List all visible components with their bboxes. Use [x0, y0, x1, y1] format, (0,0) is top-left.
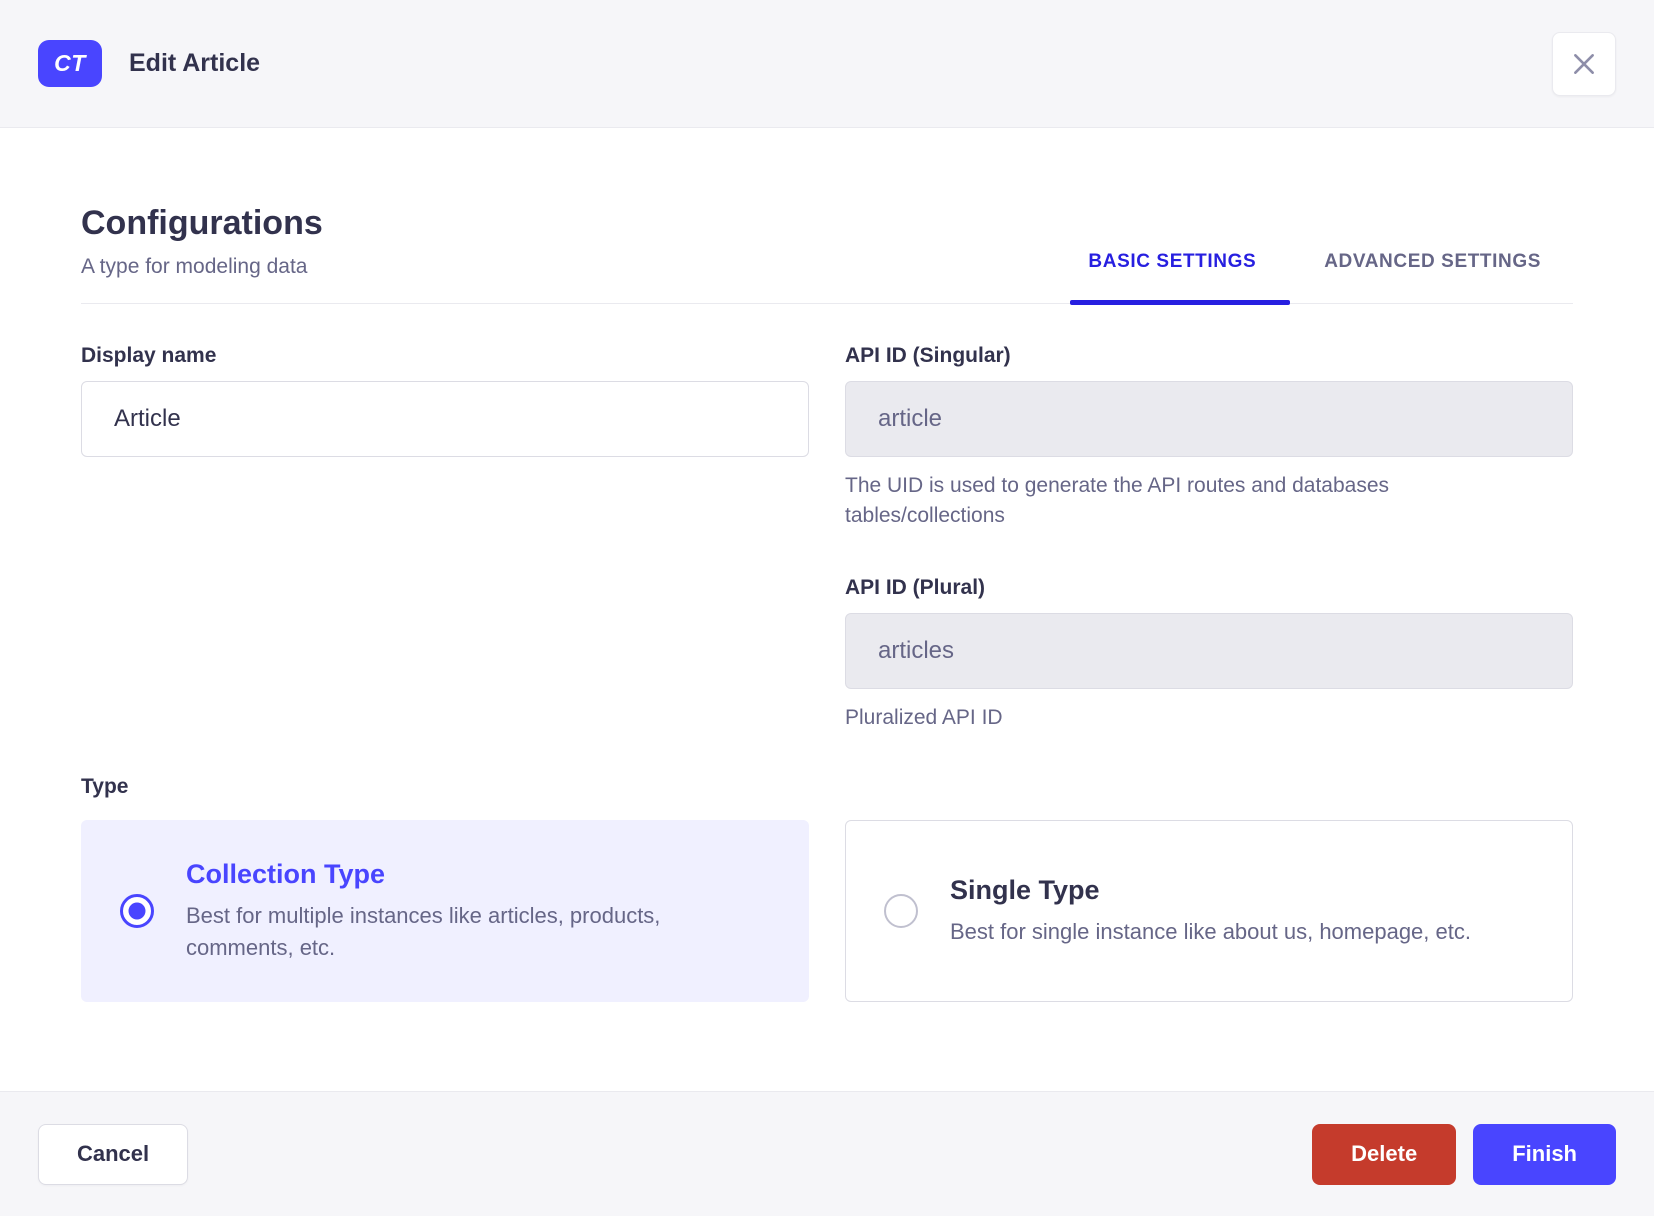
display-name-label: Display name [81, 344, 217, 367]
radio-unselected-icon[interactable] [884, 894, 918, 929]
radio-selected-icon[interactable] [120, 894, 154, 929]
edit-content-type-modal: CT Edit Article Configurations A type fo… [0, 0, 1654, 1216]
section-titles: Configurations A type for modeling data [81, 204, 323, 303]
api-id-singular-field: API ID (Singular) The UID is used to gen… [845, 344, 1573, 532]
api-id-plural-input [845, 612, 1573, 689]
settings-tabs: BASIC SETTINGS ADVANCED SETTINGS [1070, 251, 1543, 305]
api-id-singular-label: API ID (Singular) [845, 344, 1011, 367]
footer-actions: Delete Finish [1312, 1123, 1616, 1185]
single-type-texts: Single Type Best for single instance lik… [950, 875, 1471, 948]
cancel-button[interactable]: Cancel [38, 1123, 189, 1185]
page-subtitle: A type for modeling data [81, 255, 308, 278]
api-id-plural-label: API ID (Plural) [845, 575, 986, 599]
collection-type-description: Best for multiple instances like article… [186, 902, 661, 960]
collection-type-option[interactable]: Collection Type Best for multiple instan… [81, 820, 809, 1003]
tab-advanced-settings[interactable]: ADVANCED SETTINGS [1322, 251, 1543, 303]
content-type-badge-icon: CT [38, 40, 102, 87]
delete-button[interactable]: Delete [1312, 1123, 1457, 1185]
type-cards: Collection Type Best for multiple instan… [81, 820, 1573, 1003]
single-type-option[interactable]: Single Type Best for single instance lik… [845, 820, 1573, 1003]
modal-body: Configurations A type for modeling data … [0, 204, 1654, 1058]
type-label: Type [81, 775, 129, 799]
modal-header: CT Edit Article [0, 0, 1654, 128]
collection-type-texts: Collection Type Best for multiple instan… [186, 859, 746, 964]
api-id-singular-hint: The UID is used to generate the API rout… [845, 474, 1390, 528]
form-column-right: API ID (Singular) The UID is used to gen… [845, 344, 1573, 733]
display-name-field: Display name [81, 344, 809, 457]
close-icon [1571, 51, 1597, 77]
api-id-singular-input [845, 381, 1573, 457]
collection-type-title: Collection Type [186, 858, 386, 889]
modal-title: Edit Article [129, 49, 261, 77]
configuration-form: Display name API ID (Singular) The UID i… [81, 344, 1573, 733]
single-type-description: Best for single instance like about us, … [950, 918, 1471, 944]
tab-basic-settings[interactable]: BASIC SETTINGS [1070, 251, 1291, 305]
display-name-input[interactable] [81, 381, 809, 457]
close-button[interactable] [1552, 31, 1616, 96]
api-id-plural-hint: Pluralized API ID [845, 705, 1003, 729]
page-title: Configurations [81, 204, 323, 242]
finish-button[interactable]: Finish [1473, 1123, 1616, 1185]
form-column-left: Display name [81, 344, 809, 733]
section-header: Configurations A type for modeling data … [81, 204, 1573, 305]
modal-footer: Cancel Delete Finish [0, 1091, 1654, 1216]
api-id-plural-field: API ID (Plural) Pluralized API ID [845, 576, 1573, 733]
type-section: Type Collection Type Best for multiple i… [81, 775, 1573, 1058]
single-type-title: Single Type [950, 874, 1100, 905]
